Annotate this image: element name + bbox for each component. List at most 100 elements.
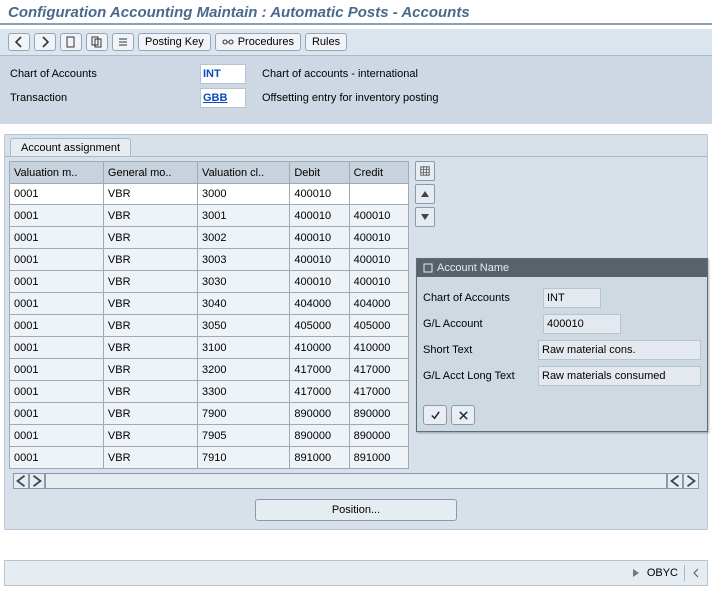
delete-button[interactable] — [112, 33, 134, 51]
table-row[interactable]: 0001VBR3001400010400010 — [10, 205, 409, 227]
select-all-button[interactable] — [415, 161, 435, 181]
position-button[interactable]: Position... — [255, 499, 457, 521]
table-cell[interactable]: VBR — [103, 271, 197, 293]
table-cell[interactable]: 890000 — [290, 403, 349, 425]
tx-code[interactable]: GBB — [200, 88, 246, 108]
table-cell[interactable]: 0001 — [10, 381, 104, 403]
table-cell[interactable]: 404000 — [349, 293, 408, 315]
table-cell[interactable]: 404000 — [290, 293, 349, 315]
table-row[interactable]: 0001VBR3040404000404000 — [10, 293, 409, 315]
table-row[interactable]: 0001VBR7905890000890000 — [10, 425, 409, 447]
triangle-right-icon[interactable] — [631, 568, 641, 578]
table-cell[interactable]: 3100 — [198, 337, 290, 359]
table-cell[interactable]: 417000 — [349, 359, 408, 381]
hscroll-track[interactable] — [45, 473, 667, 489]
scroll-right-inner-button[interactable] — [29, 473, 45, 489]
table-cell[interactable]: 3000 — [198, 184, 290, 205]
table-cell[interactable]: 3003 — [198, 249, 290, 271]
table-cell[interactable]: 890000 — [349, 425, 408, 447]
table-cell[interactable]: 400010 — [349, 227, 408, 249]
table-cell[interactable]: 405000 — [349, 315, 408, 337]
table-cell[interactable]: 3001 — [198, 205, 290, 227]
table-cell[interactable]: 400010 — [290, 205, 349, 227]
table-cell[interactable]: 0001 — [10, 205, 104, 227]
table-cell[interactable]: 890000 — [290, 425, 349, 447]
table-cell[interactable]: 400010 — [290, 227, 349, 249]
column-header[interactable]: Valuation m.. — [10, 162, 104, 184]
prev-button[interactable] — [8, 33, 30, 51]
table-cell[interactable]: 0001 — [10, 227, 104, 249]
table-cell[interactable]: VBR — [103, 205, 197, 227]
column-header[interactable]: Credit — [349, 162, 408, 184]
table-row[interactable]: 0001VBR3000400010 — [10, 184, 409, 205]
popup-cancel-button[interactable] — [451, 405, 475, 425]
table-cell[interactable]: 400010 — [290, 249, 349, 271]
table-cell[interactable]: 890000 — [349, 403, 408, 425]
table-cell[interactable]: 3200 — [198, 359, 290, 381]
table-cell[interactable]: 0001 — [10, 249, 104, 271]
copy-button[interactable] — [86, 33, 108, 51]
table-row[interactable]: 0001VBR3050405000405000 — [10, 315, 409, 337]
table-cell[interactable]: 417000 — [349, 381, 408, 403]
table-row[interactable]: 0001VBR7910891000891000 — [10, 447, 409, 469]
table-cell[interactable]: VBR — [103, 359, 197, 381]
table-cell[interactable]: VBR — [103, 293, 197, 315]
table-row[interactable]: 0001VBR3300417000417000 — [10, 381, 409, 403]
column-header[interactable]: General mo.. — [103, 162, 197, 184]
table-row[interactable]: 0001VBR3200417000417000 — [10, 359, 409, 381]
table-cell[interactable]: VBR — [103, 381, 197, 403]
table-cell[interactable]: 3050 — [198, 315, 290, 337]
table-cell[interactable]: 891000 — [349, 447, 408, 469]
table-row[interactable]: 0001VBR3100410000410000 — [10, 337, 409, 359]
table-cell[interactable]: VBR — [103, 337, 197, 359]
table-cell[interactable]: 0001 — [10, 271, 104, 293]
table-cell[interactable]: VBR — [103, 249, 197, 271]
table-cell[interactable]: 400010 — [290, 184, 349, 205]
scroll-right-outer-button[interactable] — [683, 473, 699, 489]
table-cell[interactable]: 400010 — [349, 271, 408, 293]
chevron-left-icon[interactable] — [691, 568, 701, 578]
tab-account-assignment[interactable]: Account assignment — [10, 138, 131, 156]
table-cell[interactable]: 7900 — [198, 403, 290, 425]
rules-button[interactable]: Rules — [305, 33, 347, 51]
table-cell[interactable]: 891000 — [290, 447, 349, 469]
table-cell[interactable]: 400010 — [349, 249, 408, 271]
table-cell[interactable]: 417000 — [290, 359, 349, 381]
table-cell[interactable]: VBR — [103, 227, 197, 249]
table-cell[interactable]: 3002 — [198, 227, 290, 249]
table-cell[interactable]: 7905 — [198, 425, 290, 447]
scroll-left-inner-button[interactable] — [13, 473, 29, 489]
table-row[interactable]: 0001VBR3002400010400010 — [10, 227, 409, 249]
table-cell[interactable]: 3030 — [198, 271, 290, 293]
column-header[interactable]: Valuation cl.. — [198, 162, 290, 184]
table-cell[interactable]: 410000 — [290, 337, 349, 359]
popup-short-value[interactable]: Raw material cons. — [538, 340, 701, 360]
posting-key-button[interactable]: Posting Key — [138, 33, 211, 51]
table-cell[interactable]: 400010 — [290, 271, 349, 293]
table-cell[interactable]: 0001 — [10, 184, 104, 205]
popup-long-value[interactable]: Raw materials consumed — [538, 366, 701, 386]
table-row[interactable]: 0001VBR3003400010400010 — [10, 249, 409, 271]
table-cell[interactable]: 417000 — [290, 381, 349, 403]
table-cell[interactable]: 0001 — [10, 315, 104, 337]
table-cell[interactable]: 3300 — [198, 381, 290, 403]
table-cell[interactable] — [349, 184, 408, 205]
popup-gl-value[interactable]: 400010 — [543, 314, 621, 334]
popup-coa-value[interactable]: INT — [543, 288, 601, 308]
table-row[interactable]: 0001VBR3030400010400010 — [10, 271, 409, 293]
column-header[interactable]: Debit — [290, 162, 349, 184]
scroll-bottom-button[interactable] — [415, 207, 435, 227]
next-button[interactable] — [34, 33, 56, 51]
procedures-button[interactable]: Procedures — [215, 33, 301, 51]
table-cell[interactable]: VBR — [103, 425, 197, 447]
table-cell[interactable]: VBR — [103, 447, 197, 469]
table-cell[interactable]: 400010 — [349, 205, 408, 227]
table-row[interactable]: 0001VBR7900890000890000 — [10, 403, 409, 425]
coa-code[interactable]: INT — [200, 64, 246, 84]
table-cell[interactable]: VBR — [103, 184, 197, 205]
table-cell[interactable]: 3040 — [198, 293, 290, 315]
table-cell[interactable]: 410000 — [349, 337, 408, 359]
table-cell[interactable]: 0001 — [10, 403, 104, 425]
table-cell[interactable]: 7910 — [198, 447, 290, 469]
popup-header[interactable]: Account Name — [417, 259, 707, 277]
